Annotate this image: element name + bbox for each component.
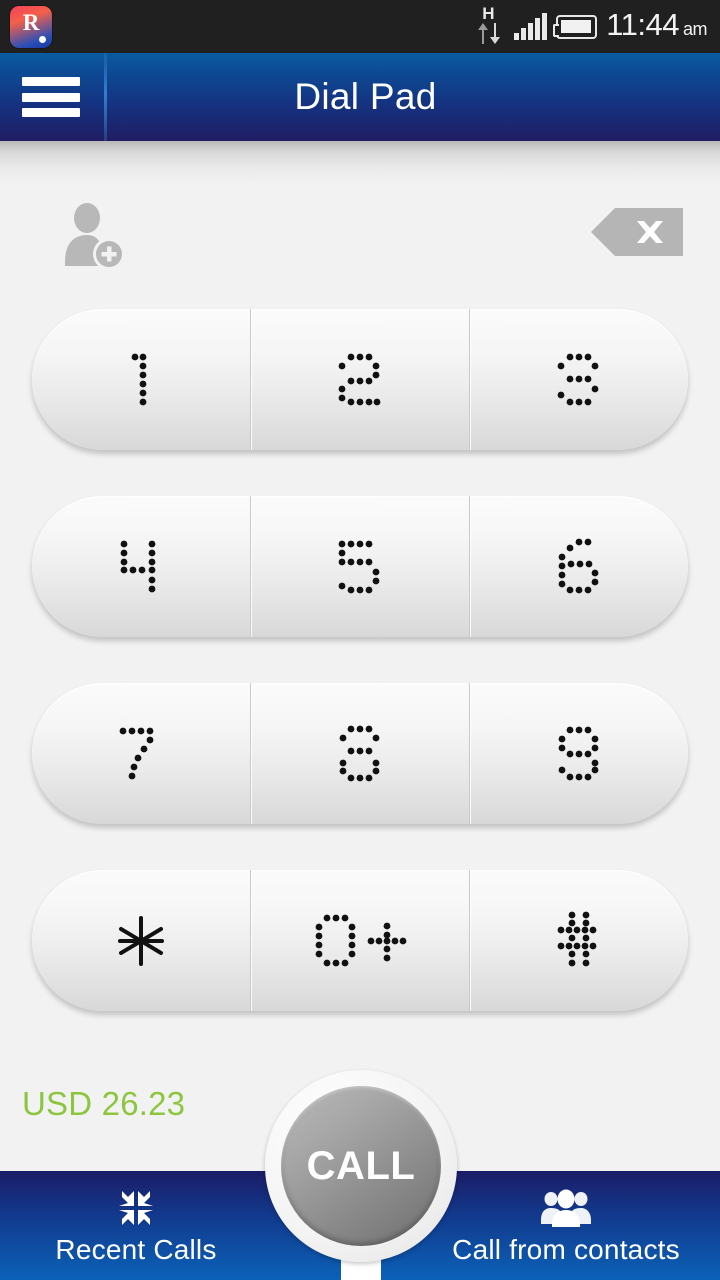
group-contacts-icon [540,1186,592,1230]
key-3[interactable] [469,309,688,450]
key-9[interactable] [469,683,688,824]
keypad-row [32,496,688,637]
main-content [0,141,720,1171]
call-button[interactable]: CALL [281,1086,441,1246]
header-shadow [0,141,720,185]
key-4[interactable] [32,496,250,637]
keypad-row [32,870,688,1011]
key-6[interactable] [469,496,688,637]
page-title: Dial Pad [294,76,437,117]
four-arrows-icon [114,1186,158,1230]
app-icon-letter: R [22,9,40,35]
key-1[interactable] [32,309,250,450]
nav-item-call-from-contacts[interactable]: Call from contacts [422,1186,710,1266]
hamburger-menu-icon[interactable] [22,77,80,117]
app-header: Dial Pad [0,53,720,141]
nav-label-call-from-contacts: Call from contacts [452,1233,680,1265]
balance-label: USD 26.23 [22,1085,186,1122]
keypad-row [32,309,688,450]
clock-ampm: am [682,18,708,39]
keypad [0,309,720,1057]
status-icons: H 11:44 am [475,3,720,47]
signal-icon [514,12,548,40]
app-icon-dot [39,35,46,43]
backspace-icon[interactable] [589,206,685,258]
nav-item-recent-calls[interactable]: Recent Calls [0,1186,280,1266]
app-icon: R [10,5,52,48]
key-5[interactable] [250,496,469,637]
data-network-label: H [482,3,495,23]
battery-icon [553,14,598,39]
keypad-row [32,683,688,824]
clock: 11:44 am [606,9,707,45]
clock-time: 11:44 [606,6,679,42]
key-hash[interactable] [469,870,688,1011]
key-star[interactable] [32,870,250,1011]
nav-label-recent-calls: Recent Calls [55,1233,217,1265]
data-arrows-icon: H [475,3,505,47]
action-row [0,186,720,296]
key-0-plus[interactable] [250,870,469,1011]
key-8[interactable] [250,683,469,824]
add-contact-icon[interactable] [58,202,136,272]
key-2[interactable] [250,309,469,450]
status-bar: R H 11:44 am [0,0,720,53]
key-7[interactable] [32,683,250,824]
call-button-wrapper: CALL [265,1070,457,1280]
call-button-ring: CALL [265,1070,457,1262]
